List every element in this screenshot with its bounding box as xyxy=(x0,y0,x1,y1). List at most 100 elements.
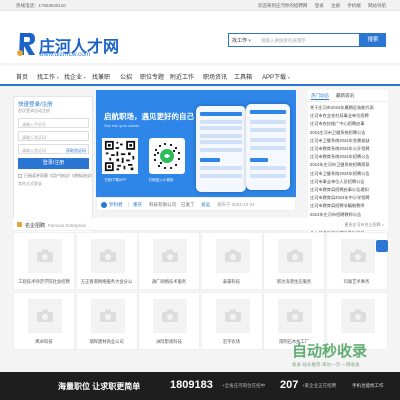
news-item[interactable]: 庄河市卫健系统2024年急需紧缺 xyxy=(310,138,388,144)
company-name[interactable]: 新达海港生态服务 xyxy=(264,279,324,285)
top-bar: 热线电话：17553845110 欢迎来到庄河你的招聘网 登录 注册 手机端 网… xyxy=(0,0,400,11)
company-logo xyxy=(28,299,62,333)
nav-toolbox[interactable]: 工具箱 xyxy=(234,72,252,81)
camera-icon xyxy=(224,249,241,262)
company-name[interactable]: 瑞晖建材商业公司 xyxy=(77,339,137,345)
search-button[interactable]: 搜索 xyxy=(360,33,386,47)
news-item[interactable]: 庄河市教育系统2024年招聘公告 xyxy=(310,154,388,160)
company-name[interactable]: 方正香港网络服务大会分公 xyxy=(77,279,137,285)
phone-input[interactable]: 请输入手机号 xyxy=(18,118,89,128)
mobile-link[interactable]: 手机端 xyxy=(347,3,361,8)
company-name[interactable]: 通广网络技术服务 xyxy=(139,279,199,285)
news-item[interactable]: 庄河市教育系统2024年公开招聘 xyxy=(310,146,388,152)
tab-hot-news[interactable]: 热门动态 xyxy=(311,93,329,100)
news-item[interactable]: 庄河市农业农村局事业单位招聘 xyxy=(310,113,388,119)
banner-subtitle: Sail into your career xyxy=(104,123,140,128)
news-item[interactable]: 关于庄河市2024年属期区效能代表 xyxy=(310,105,388,111)
company-card[interactable]: 鹰卓科技 xyxy=(13,292,75,350)
sidebar-float-button[interactable] xyxy=(376,240,388,252)
hotline-text: 热线电话：17553845110 xyxy=(16,3,66,8)
ticker-city: 重庆 xyxy=(133,202,142,207)
site-url: www.dlzhrcw.com xyxy=(39,51,91,58)
camera-icon xyxy=(224,309,241,322)
chevron-down-icon: ▾ xyxy=(248,38,251,44)
footer-app-text[interactable]: 手机也能找工作 xyxy=(352,383,384,389)
search-input[interactable]: 请输入要搜索的关键字 xyxy=(261,38,306,44)
nav-public-recruit[interactable]: 公招 xyxy=(120,72,132,81)
company-name[interactable]: 工程技术师范学院社会招聘 xyxy=(14,279,74,285)
company-name[interactable]: 泰豪科技 xyxy=(202,279,262,285)
company-card[interactable]: 通广网络技术服务 xyxy=(138,232,200,290)
nav-job-topics[interactable]: 职位专题 xyxy=(140,72,164,81)
news-tabs: 热门动态 最新资讯 xyxy=(308,90,388,102)
trophy-icon xyxy=(17,222,22,227)
search-type-select[interactable]: 找工作 ▾ xyxy=(232,37,251,44)
app-qr-code-icon xyxy=(102,138,138,174)
footer-count-companies: 207 xyxy=(280,379,299,391)
company-name[interactable]: 洲际影视科技 xyxy=(139,339,199,345)
news-item[interactable]: 2024年庄河市招聘教师公告 xyxy=(310,212,388,218)
company-name[interactable]: 鹰卓科技 xyxy=(14,339,74,345)
company-card[interactable]: 洲际影视科技 xyxy=(138,292,200,350)
login-button[interactable]: 登录/注册 xyxy=(18,158,89,169)
site-nav-link[interactable]: 网站导航 xyxy=(368,3,386,8)
company-logo xyxy=(153,239,187,273)
company-card[interactable]: 瑞晖建材商业公司 xyxy=(75,292,138,350)
logo-icon[interactable] xyxy=(16,31,36,57)
register-link[interactable]: 注册 xyxy=(331,3,340,8)
company-card[interactable]: 新达海港生态服务 xyxy=(263,232,325,290)
search-box[interactable]: 找工作 ▾ 请输入要搜索的关键字 xyxy=(228,33,360,47)
footer-bar: 海量职位 让求职更简单 1809183 +全省庄河岗位在招中 207 +家企业正… xyxy=(0,372,400,400)
company-card[interactable]: 工程技术师范学院社会招聘 xyxy=(13,232,75,290)
ticker-tag: 发运 xyxy=(201,202,210,207)
get-code-button[interactable]: 获取验证码 xyxy=(66,148,86,154)
nav-home[interactable]: 首页 xyxy=(16,72,28,81)
top-links: 欢迎来到庄河你的招聘网 登录 注册 手机端 网站导航 xyxy=(252,3,386,9)
enterprise-more-link[interactable]: 更多庄河市名企招聘 > xyxy=(345,222,384,228)
company-logo xyxy=(278,299,312,333)
ticker-company: 科技有限公司 xyxy=(149,202,176,207)
camera-icon xyxy=(349,309,366,322)
code-input[interactable]: 请输入验证码 xyxy=(18,131,89,141)
company-logo xyxy=(340,239,375,273)
news-item[interactable]: 庄河市教育局招聘启事公告通知 xyxy=(310,187,388,193)
news-item[interactable]: 庄河市事业单位人员招聘公告 xyxy=(310,179,388,185)
company-name[interactable]: 玛珈艺术事务 xyxy=(327,279,387,285)
sms-code-field[interactable]: 请输入验证码 获取验证码 xyxy=(18,144,89,154)
camera-icon xyxy=(37,309,53,322)
camera-icon xyxy=(349,249,366,262)
ticker-user: 罗利君 xyxy=(109,202,123,207)
company-logo xyxy=(278,239,312,273)
camera-icon xyxy=(162,309,178,322)
news-item[interactable]: 庄河市教育局2024年中小学招聘 xyxy=(310,195,388,201)
login-link[interactable]: 登录 xyxy=(315,3,324,8)
company-logo xyxy=(340,299,375,333)
nav-app-download[interactable]: APP下载 ▾ xyxy=(262,72,290,81)
news-item[interactable]: 庄河市教育局招聘非编制教师 xyxy=(310,203,388,209)
company-name[interactable]: 宏宇农场 xyxy=(202,339,262,345)
nav-career-news[interactable]: 职场资讯 xyxy=(203,72,227,81)
nav-part-time[interactable]: 找兼职 xyxy=(92,72,110,81)
nav-find-job[interactable]: 找工作 ▾ xyxy=(37,72,59,81)
ticker-action: 已发了 xyxy=(181,202,195,207)
news-item[interactable]: 庄河市卫健系统2024年招聘公告 xyxy=(310,171,388,177)
company-card[interactable]: 方正香港网络服务大会分公 xyxy=(75,232,138,290)
agree-checkbox[interactable]: 已阅读并同意《用户协议》《隐私协议》 xyxy=(18,173,94,179)
news-item[interactable]: 庄河市农技推广中心招聘启事 xyxy=(310,121,388,127)
ticker-date: 发布于 2024-12-21 xyxy=(217,202,255,207)
chevron-down-icon: ▾ xyxy=(56,75,59,80)
company-card[interactable]: 宏宇农场 xyxy=(200,292,263,350)
banner-ticker[interactable]: 罗利君 | 重庆 科技有限公司 已发了 发运 发布于 2024-12-21 xyxy=(96,197,296,211)
other-login[interactable]: 其他方式登录 xyxy=(18,181,42,187)
news-item[interactable]: 2024年庄河市卫健系统招聘简章 xyxy=(310,162,388,168)
promo-banner[interactable]: 启航职场，遇见更好的自己 Sail into your career 扫码下载A… xyxy=(96,90,296,197)
company-card[interactable]: 泰豪科技 xyxy=(200,232,263,290)
nav-find-company[interactable]: 找企业 ▾ xyxy=(64,72,86,81)
company-logo xyxy=(90,239,125,273)
footer-tagline: 海量职位 让求职更简单 xyxy=(58,382,141,391)
nav-nearby-jobs[interactable]: 附近工作 xyxy=(170,72,194,81)
welcome-text: 欢迎来到庄河你的招聘网 xyxy=(257,3,308,8)
tab-latest-news[interactable]: 最新资讯 xyxy=(336,93,354,99)
news-panel: 热门动态 最新资讯 关于庄河市2024年属期区效能代表 庄河市农业农村局事业单位招… xyxy=(308,90,388,236)
news-item[interactable]: 2024庄河市卫健系统招聘公告 xyxy=(310,130,388,136)
